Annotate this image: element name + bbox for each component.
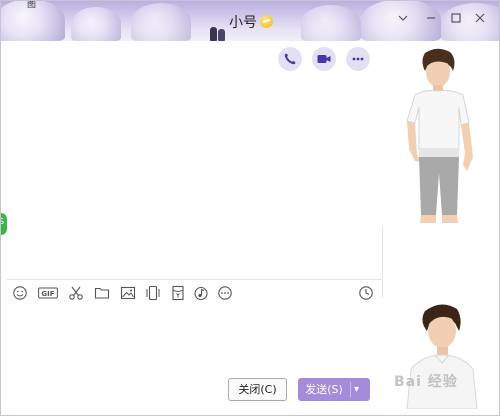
file-button[interactable] — [94, 285, 112, 303]
shake-icon — [146, 285, 160, 301]
send-button[interactable]: 发送(S) ▾ — [298, 378, 370, 401]
message-history-area[interactable] — [7, 41, 383, 277]
chat-window: 图 小号 GIF 关闭(C) 发送(S) ▾ Bai 经验 S — [0, 0, 500, 416]
music-icon — [194, 286, 208, 301]
user-avatar — [406, 304, 478, 409]
more-tools-button[interactable] — [217, 285, 235, 303]
clock-icon — [359, 286, 373, 300]
shake-button[interactable] — [145, 285, 163, 303]
image-button[interactable] — [120, 285, 138, 303]
image-icon — [120, 286, 136, 300]
title-bar[interactable]: 图 小号 — [1, 1, 499, 41]
emoji-icon — [13, 286, 27, 300]
close-window-button[interactable] — [469, 10, 491, 32]
watermark: Bai 经验 — [394, 374, 458, 390]
red-packet-icon — [172, 285, 184, 301]
divider — [350, 382, 351, 397]
close-icon — [475, 13, 485, 23]
message-history-button[interactable] — [358, 285, 374, 301]
chevron-down-icon — [398, 15, 408, 21]
side-tab[interactable] — [1, 213, 7, 235]
red-packet-button[interactable] — [170, 285, 188, 303]
maximize-button[interactable] — [445, 10, 467, 32]
contact-avatar — [406, 48, 473, 223]
contact-name: 小号 — [229, 15, 257, 31]
send-label: 发送(S) — [305, 383, 343, 396]
folder-icon — [94, 287, 110, 299]
emoji-button[interactable] — [12, 285, 30, 303]
divider — [382, 226, 383, 298]
gif-icon: GIF — [38, 287, 58, 299]
close-button[interactable]: 关闭(C) — [228, 378, 287, 401]
gif-label: GIF — [41, 290, 54, 298]
screenshot-button[interactable] — [68, 285, 86, 303]
music-button[interactable] — [193, 285, 211, 303]
message-input[interactable] — [7, 307, 383, 377]
scissors-icon — [69, 286, 83, 300]
status-badge-icon — [260, 15, 273, 28]
maximize-icon — [451, 13, 461, 23]
menu-dropdown-button[interactable] — [392, 10, 414, 32]
send-options-dropdown[interactable]: ▾ — [354, 378, 359, 401]
more-icon — [218, 286, 232, 300]
gif-button[interactable]: GIF — [38, 285, 60, 303]
minimize-icon — [427, 17, 435, 19]
minimize-button[interactable] — [420, 10, 442, 32]
corner-fragment: 图 — [27, 1, 37, 10]
divider — [7, 279, 383, 280]
